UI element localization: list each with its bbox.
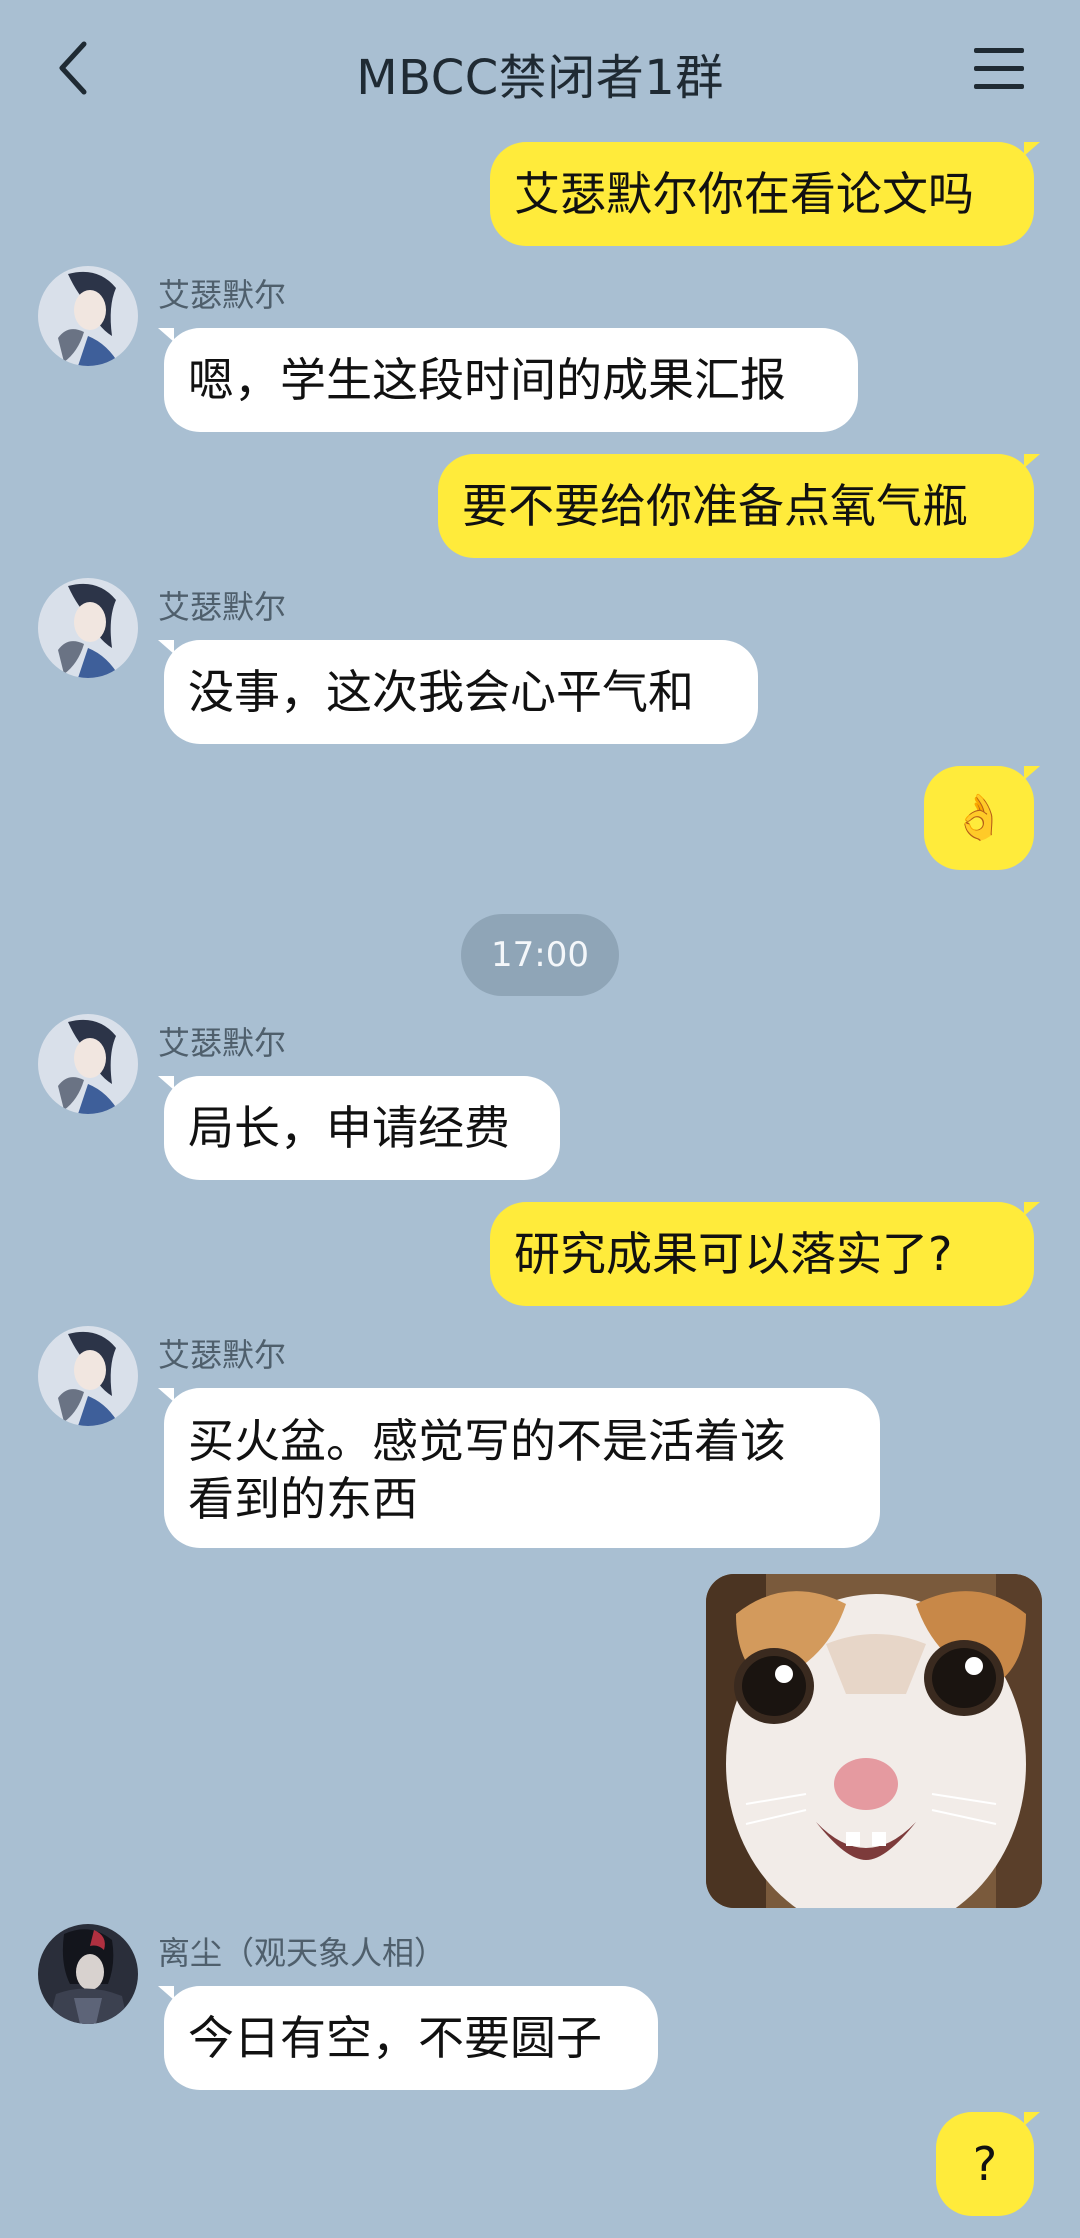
my-message-bubble[interactable]: 艾瑟默尔你在看论文吗 [490, 142, 1040, 246]
message-text-line: 看到的东西 [188, 1472, 418, 1526]
hamburger-menu-icon [974, 48, 1024, 53]
message-text: 要不要给你准备点氧气瓶 [462, 479, 968, 533]
avatar-esmer[interactable] [38, 1326, 138, 1426]
sender-name: 艾瑟默尔 [158, 1024, 287, 1062]
chat-title: MBCC禁闭者1群 [356, 50, 724, 106]
my-message-bubble[interactable]: 👌 [924, 766, 1040, 870]
message-text: 局长，申请经费 [188, 1101, 510, 1155]
other-message-bubble[interactable]: 嗯，学生这段时间的成果汇报 [158, 328, 858, 432]
message-text: 嗯，学生这段时间的成果汇报 [188, 353, 786, 407]
my-message-bubble[interactable]: 研究成果可以落实了? [490, 1202, 1040, 1306]
avatar-lichen[interactable] [38, 1924, 138, 2024]
other-message-bubble[interactable]: 没事，这次我会心平气和 [158, 640, 758, 744]
other-message-bubble[interactable]: 买火盆。感觉写的不是活着该 看到的东西 [158, 1388, 880, 1548]
my-message-bubble[interactable]: 要不要给你准备点氧气瓶 [438, 454, 1040, 558]
other-message-bubble[interactable]: 局长，申请经费 [158, 1076, 560, 1180]
sender-name: 艾瑟默尔 [158, 1336, 287, 1374]
other-message-bubble[interactable]: 今日有空，不要圆子 [158, 1986, 658, 2090]
ok-hand-emoji: 👌 [951, 792, 1007, 843]
message-text: 艾瑟默尔你在看论文吗 [514, 167, 974, 221]
timestamp-divider: 17:00 [461, 914, 619, 996]
message-text: ? [972, 2137, 998, 2191]
sender-name: 艾瑟默尔 [158, 588, 287, 626]
chat-header: MBCC禁闭者1群 [0, 0, 1080, 140]
avatar-esmer[interactable] [38, 266, 138, 366]
avatar-esmer[interactable] [38, 578, 138, 678]
message-text-line: 买火盆。感觉写的不是活着该 [188, 1414, 786, 1468]
message-text: 没事，这次我会心平气和 [188, 665, 694, 719]
surprised-cat-sticker[interactable] [706, 1574, 1042, 1908]
my-message-bubble[interactable]: ? [936, 2112, 1040, 2216]
sender-name: 艾瑟默尔 [158, 276, 287, 314]
avatar-esmer[interactable] [38, 1014, 138, 1114]
message-text: 今日有空，不要圆子 [188, 2011, 602, 2065]
menu-button[interactable] [974, 46, 1028, 92]
sender-name: 离尘（观天象人相） [158, 1934, 447, 1972]
message-text: 研究成果可以落实了? [514, 1227, 953, 1281]
